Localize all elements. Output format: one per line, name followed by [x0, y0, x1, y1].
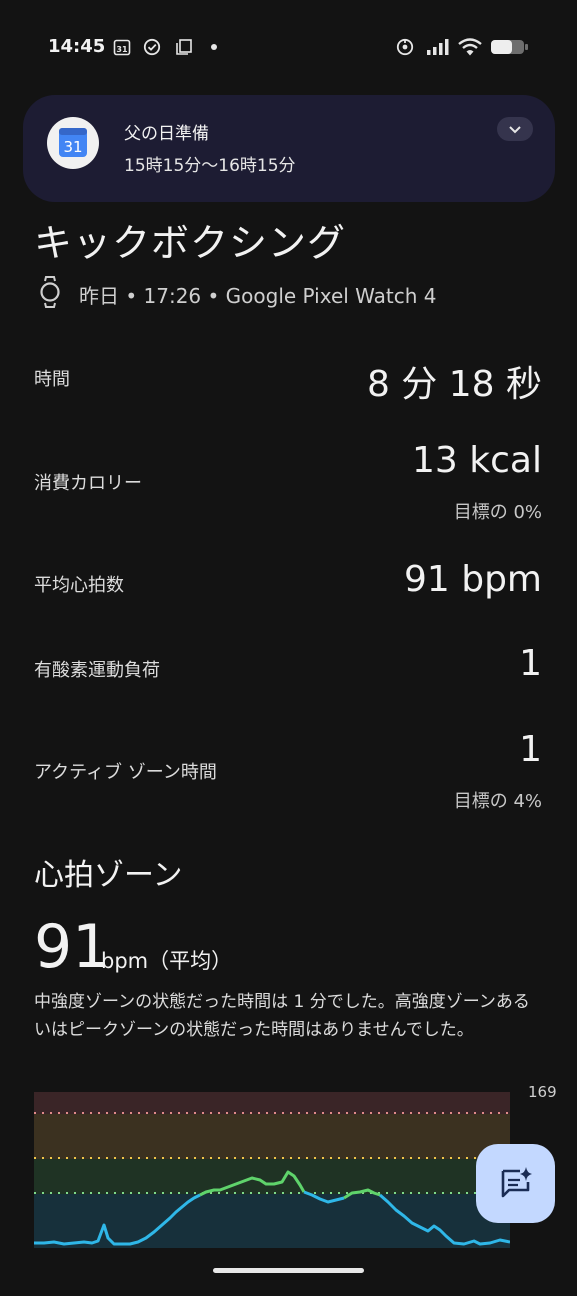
stat-label: 時間: [34, 369, 70, 390]
signal-icon: [427, 39, 449, 55]
status-time: 14:45: [48, 36, 106, 57]
zone-band-high: [34, 1114, 510, 1159]
stat-value: 1: [519, 643, 542, 684]
stat-value: 8 分 18 秒: [366, 364, 542, 405]
ai-chat-sparkle-icon: [501, 1167, 532, 1198]
stat-label: 平均心拍数: [34, 575, 124, 596]
chart-max-label: 169: [528, 1083, 557, 1101]
heart-zone-section-title: 心拍ゾーン: [34, 858, 183, 893]
dot-icon: [211, 44, 217, 50]
svg-text:31: 31: [63, 138, 82, 156]
stat-label: アクティブ ゾーン時間: [34, 762, 217, 783]
watch-icon: [40, 276, 60, 308]
avg-heart-rate-value: 91: [34, 912, 111, 982]
stat-goal: 目標の 4%: [453, 791, 542, 812]
activity-title: キックボクシング: [34, 221, 347, 265]
heart-zone-description: 中強度ゾーンの状態だった時間は 1 分でした。高強度ゾーンあるいはピークゾーンの…: [34, 992, 530, 1040]
avg-heart-rate-unit: bpm（平均）: [101, 949, 233, 973]
stat-label: 有酸素運動負荷: [34, 660, 160, 681]
check-circle-icon: [143, 38, 161, 56]
notification-app-icon: 31: [47, 117, 99, 169]
zone-band-low: [34, 1194, 510, 1248]
zone-band-peak: [34, 1092, 510, 1114]
calendar-icon: 31: [113, 39, 131, 56]
ai-chat-button[interactable]: [476, 1144, 555, 1223]
status-bar: 14:45 31: [0, 0, 577, 94]
wifi-icon: [458, 38, 482, 56]
calendar-notification[interactable]: 31 父の日準備 15時15分〜16時15分: [23, 95, 555, 202]
home-indicator[interactable]: [213, 1268, 364, 1273]
notification-title: 父の日準備: [124, 124, 209, 144]
stat-goal: 目標の 0%: [453, 502, 542, 523]
chevron-down-icon: [509, 126, 521, 134]
battery-icon: [491, 40, 528, 54]
svg-text:31: 31: [116, 45, 128, 54]
zone-band-moderate: [34, 1159, 510, 1194]
copy-icon: [176, 39, 192, 55]
heart-rate-chart: [34, 1092, 510, 1248]
notification-subtitle: 15時15分〜16時15分: [124, 156, 296, 176]
hotspot-icon: [396, 38, 414, 56]
stat-value: 13 kcal: [412, 440, 542, 481]
calendar-icon: 31: [59, 128, 87, 157]
activity-meta-text: 昨日 • 17:26 • Google Pixel Watch 4: [79, 284, 437, 308]
stat-value: 91 bpm: [403, 559, 542, 600]
notification-expand-button[interactable]: [497, 117, 533, 141]
stat-label: 消費カロリー: [34, 473, 142, 494]
stat-value: 1: [519, 729, 542, 770]
